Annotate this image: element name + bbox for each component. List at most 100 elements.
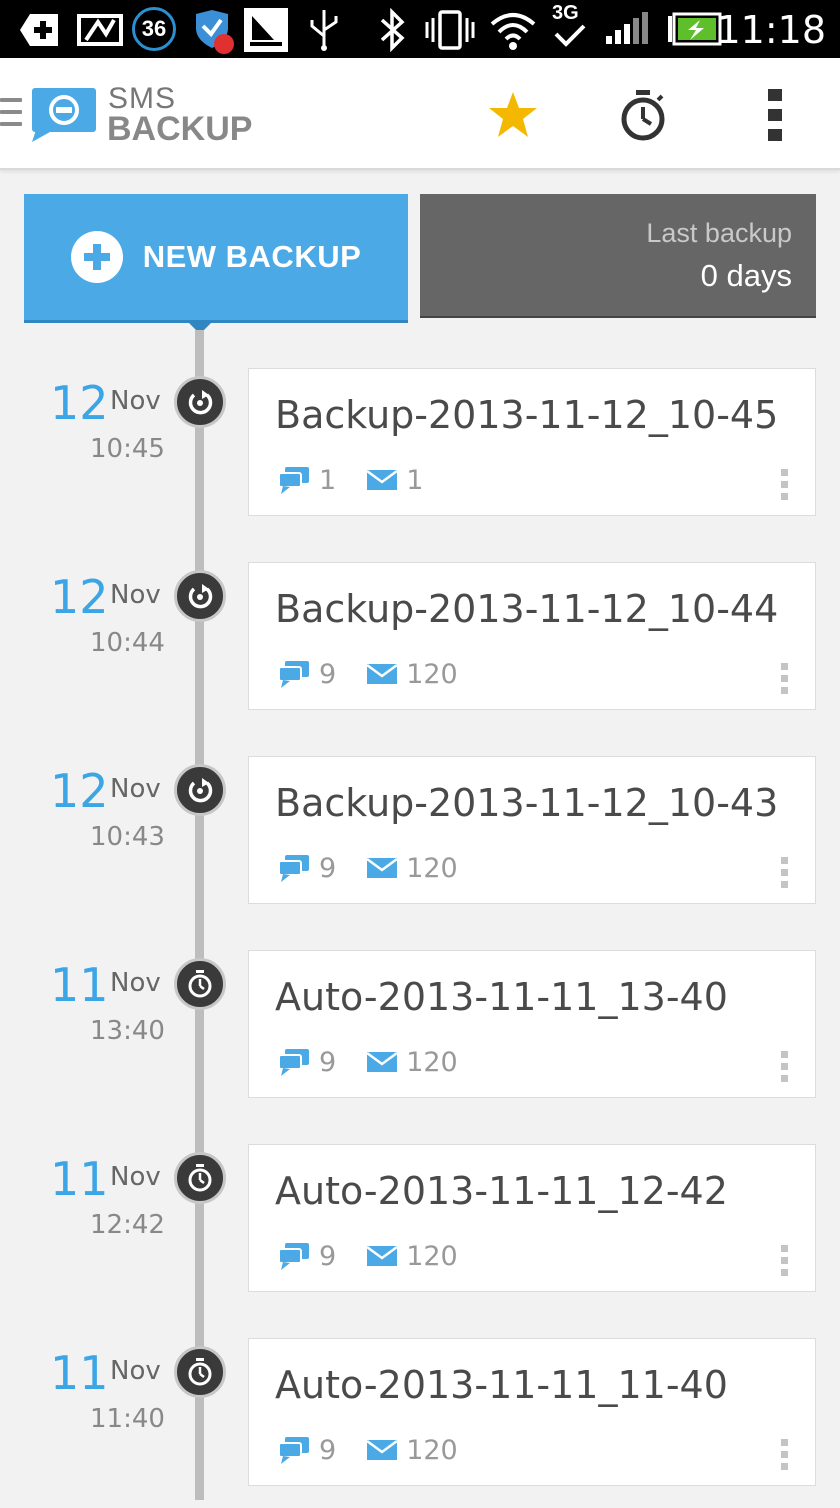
action-bar: SMS BACKUP <box>0 58 840 170</box>
card-overflow-menu[interactable] <box>781 1439 791 1475</box>
overflow-menu-icon <box>768 89 782 141</box>
conversations-icon <box>278 661 309 688</box>
backup-card[interactable]: Backup-2013-11-12_10-44 9 120 <box>248 562 816 710</box>
envelope-icon <box>366 469 398 490</box>
conversations-count: 9 <box>319 852 337 884</box>
app-name-line2: BACKUP <box>107 110 253 148</box>
last-backup-title: Last backup <box>646 218 792 248</box>
messages-count: 120 <box>406 1046 458 1078</box>
backup-card[interactable]: Auto-2013-11-11_12-42 9 120 <box>248 1144 816 1292</box>
entry-month: Nov <box>110 1356 161 1386</box>
messages-count: 120 <box>406 852 458 884</box>
conversations-icon <box>278 1437 309 1464</box>
conversations-icon <box>278 1049 309 1076</box>
card-overflow-menu[interactable] <box>781 663 791 699</box>
backup-card[interactable]: Backup-2013-11-12_10-43 9 120 <box>248 756 816 904</box>
entry-day: 12 <box>50 764 109 818</box>
backup-entry: 12 Nov 10:44 Backup-2013-11-12_10-44 9 1… <box>0 562 840 732</box>
signal-icon <box>606 12 648 44</box>
conversations-stat: 9 <box>277 1435 336 1466</box>
conversations-stat: 1 <box>277 465 336 496</box>
entry-month: Nov <box>110 580 161 610</box>
messages-count: 1 <box>406 464 424 496</box>
entry-day: 11 <box>50 958 109 1012</box>
conversations-count: 9 <box>319 1240 337 1272</box>
conversations-stat: 9 <box>277 1241 336 1272</box>
schedule-button[interactable] <box>608 80 678 150</box>
conversations-count: 9 <box>319 1434 337 1466</box>
entry-time: 13:40 <box>90 1016 165 1046</box>
timer-icon <box>621 90 665 141</box>
messages-stat: 1 <box>366 465 423 496</box>
envelope-icon <box>366 663 398 684</box>
notification-count: 36 <box>141 16 167 41</box>
entry-day: 11 <box>50 1346 109 1400</box>
new-backup-button[interactable]: NEW BACKUP <box>24 194 408 320</box>
3g-data-icon: 3G <box>552 2 592 52</box>
broken-image-icon <box>77 14 123 46</box>
card-overflow-menu[interactable] <box>781 1245 791 1281</box>
favorite-button[interactable] <box>478 80 548 150</box>
backup-card[interactable]: Backup-2013-11-12_10-45 1 1 <box>248 368 816 516</box>
last-backup-panel: Last backup 0 days <box>420 194 816 316</box>
add-icon <box>20 14 58 46</box>
messages-count: 120 <box>406 1434 458 1466</box>
entry-day: 12 <box>50 376 109 430</box>
card-overflow-menu[interactable] <box>781 857 791 893</box>
backup-stats: 9 120 <box>277 1045 488 1079</box>
conversations-stat: 9 <box>277 853 336 884</box>
conversations-count: 9 <box>319 1046 337 1078</box>
wifi-icon <box>490 13 536 50</box>
entry-month: Nov <box>110 774 161 804</box>
backup-stats: 9 120 <box>277 657 488 691</box>
backup-entry: 11 Nov 12:42 Auto-2013-11-11_12-42 9 120 <box>0 1144 840 1314</box>
auto-backup-node-icon <box>174 1346 226 1398</box>
backup-name: Auto-2013-11-11_12-42 <box>275 1169 728 1213</box>
messages-stat: 120 <box>366 1435 458 1466</box>
manual-backup-node-icon <box>174 376 226 428</box>
sailing-icon <box>244 8 288 52</box>
backup-stats: 9 120 <box>277 1433 488 1467</box>
messages-stat: 120 <box>366 853 458 884</box>
card-overflow-menu[interactable] <box>781 469 791 505</box>
manual-backup-node-icon <box>174 764 226 816</box>
status-bar: 36 3G 11:18 <box>0 0 840 58</box>
overflow-menu-button[interactable] <box>740 80 810 150</box>
badge-36-icon: 36 <box>132 7 176 51</box>
envelope-icon <box>366 1051 398 1072</box>
backup-card[interactable]: Auto-2013-11-11_13-40 9 120 <box>248 950 816 1098</box>
entry-day: 11 <box>50 1152 109 1206</box>
auto-backup-node-icon <box>174 958 226 1010</box>
messages-count: 120 <box>406 658 458 690</box>
shield-ad-icon <box>196 10 234 54</box>
entry-time: 12:42 <box>90 1210 165 1240</box>
entry-time: 10:44 <box>90 628 165 658</box>
messages-stat: 120 <box>366 659 458 690</box>
vibrate-icon <box>425 10 475 50</box>
backup-name: Backup-2013-11-12_10-45 <box>275 393 779 437</box>
envelope-icon <box>366 857 398 878</box>
drawer-toggle-icon[interactable] <box>0 98 22 132</box>
sms-backup-logo-icon[interactable] <box>30 86 100 142</box>
backup-entry: 11 Nov 11:40 Auto-2013-11-11_11-40 9 120 <box>0 1338 840 1508</box>
conversations-icon <box>278 467 309 494</box>
manual-backup-node-icon <box>174 570 226 622</box>
card-overflow-menu[interactable] <box>781 1051 791 1087</box>
messages-stat: 120 <box>366 1241 458 1272</box>
conversations-icon <box>278 855 309 882</box>
conversations-stat: 9 <box>277 659 336 690</box>
entry-time: 10:45 <box>90 434 165 464</box>
new-backup-label: NEW BACKUP <box>142 239 362 274</box>
entry-day: 12 <box>50 570 109 624</box>
star-icon <box>489 92 537 137</box>
entry-month: Nov <box>110 1162 161 1192</box>
plus-icon <box>70 231 123 283</box>
status-time: 11:18 <box>716 8 826 52</box>
backup-entry: 12 Nov 10:43 Backup-2013-11-12_10-43 9 1… <box>0 756 840 926</box>
backup-card[interactable]: Auto-2013-11-11_11-40 9 120 <box>248 1338 816 1486</box>
backup-entry: 11 Nov 13:40 Auto-2013-11-11_13-40 9 120 <box>0 950 840 1120</box>
entry-time: 10:43 <box>90 822 165 852</box>
backup-name: Auto-2013-11-11_13-40 <box>275 975 728 1019</box>
backup-stats: 1 1 <box>277 463 453 497</box>
backup-stats: 9 120 <box>277 1239 488 1273</box>
